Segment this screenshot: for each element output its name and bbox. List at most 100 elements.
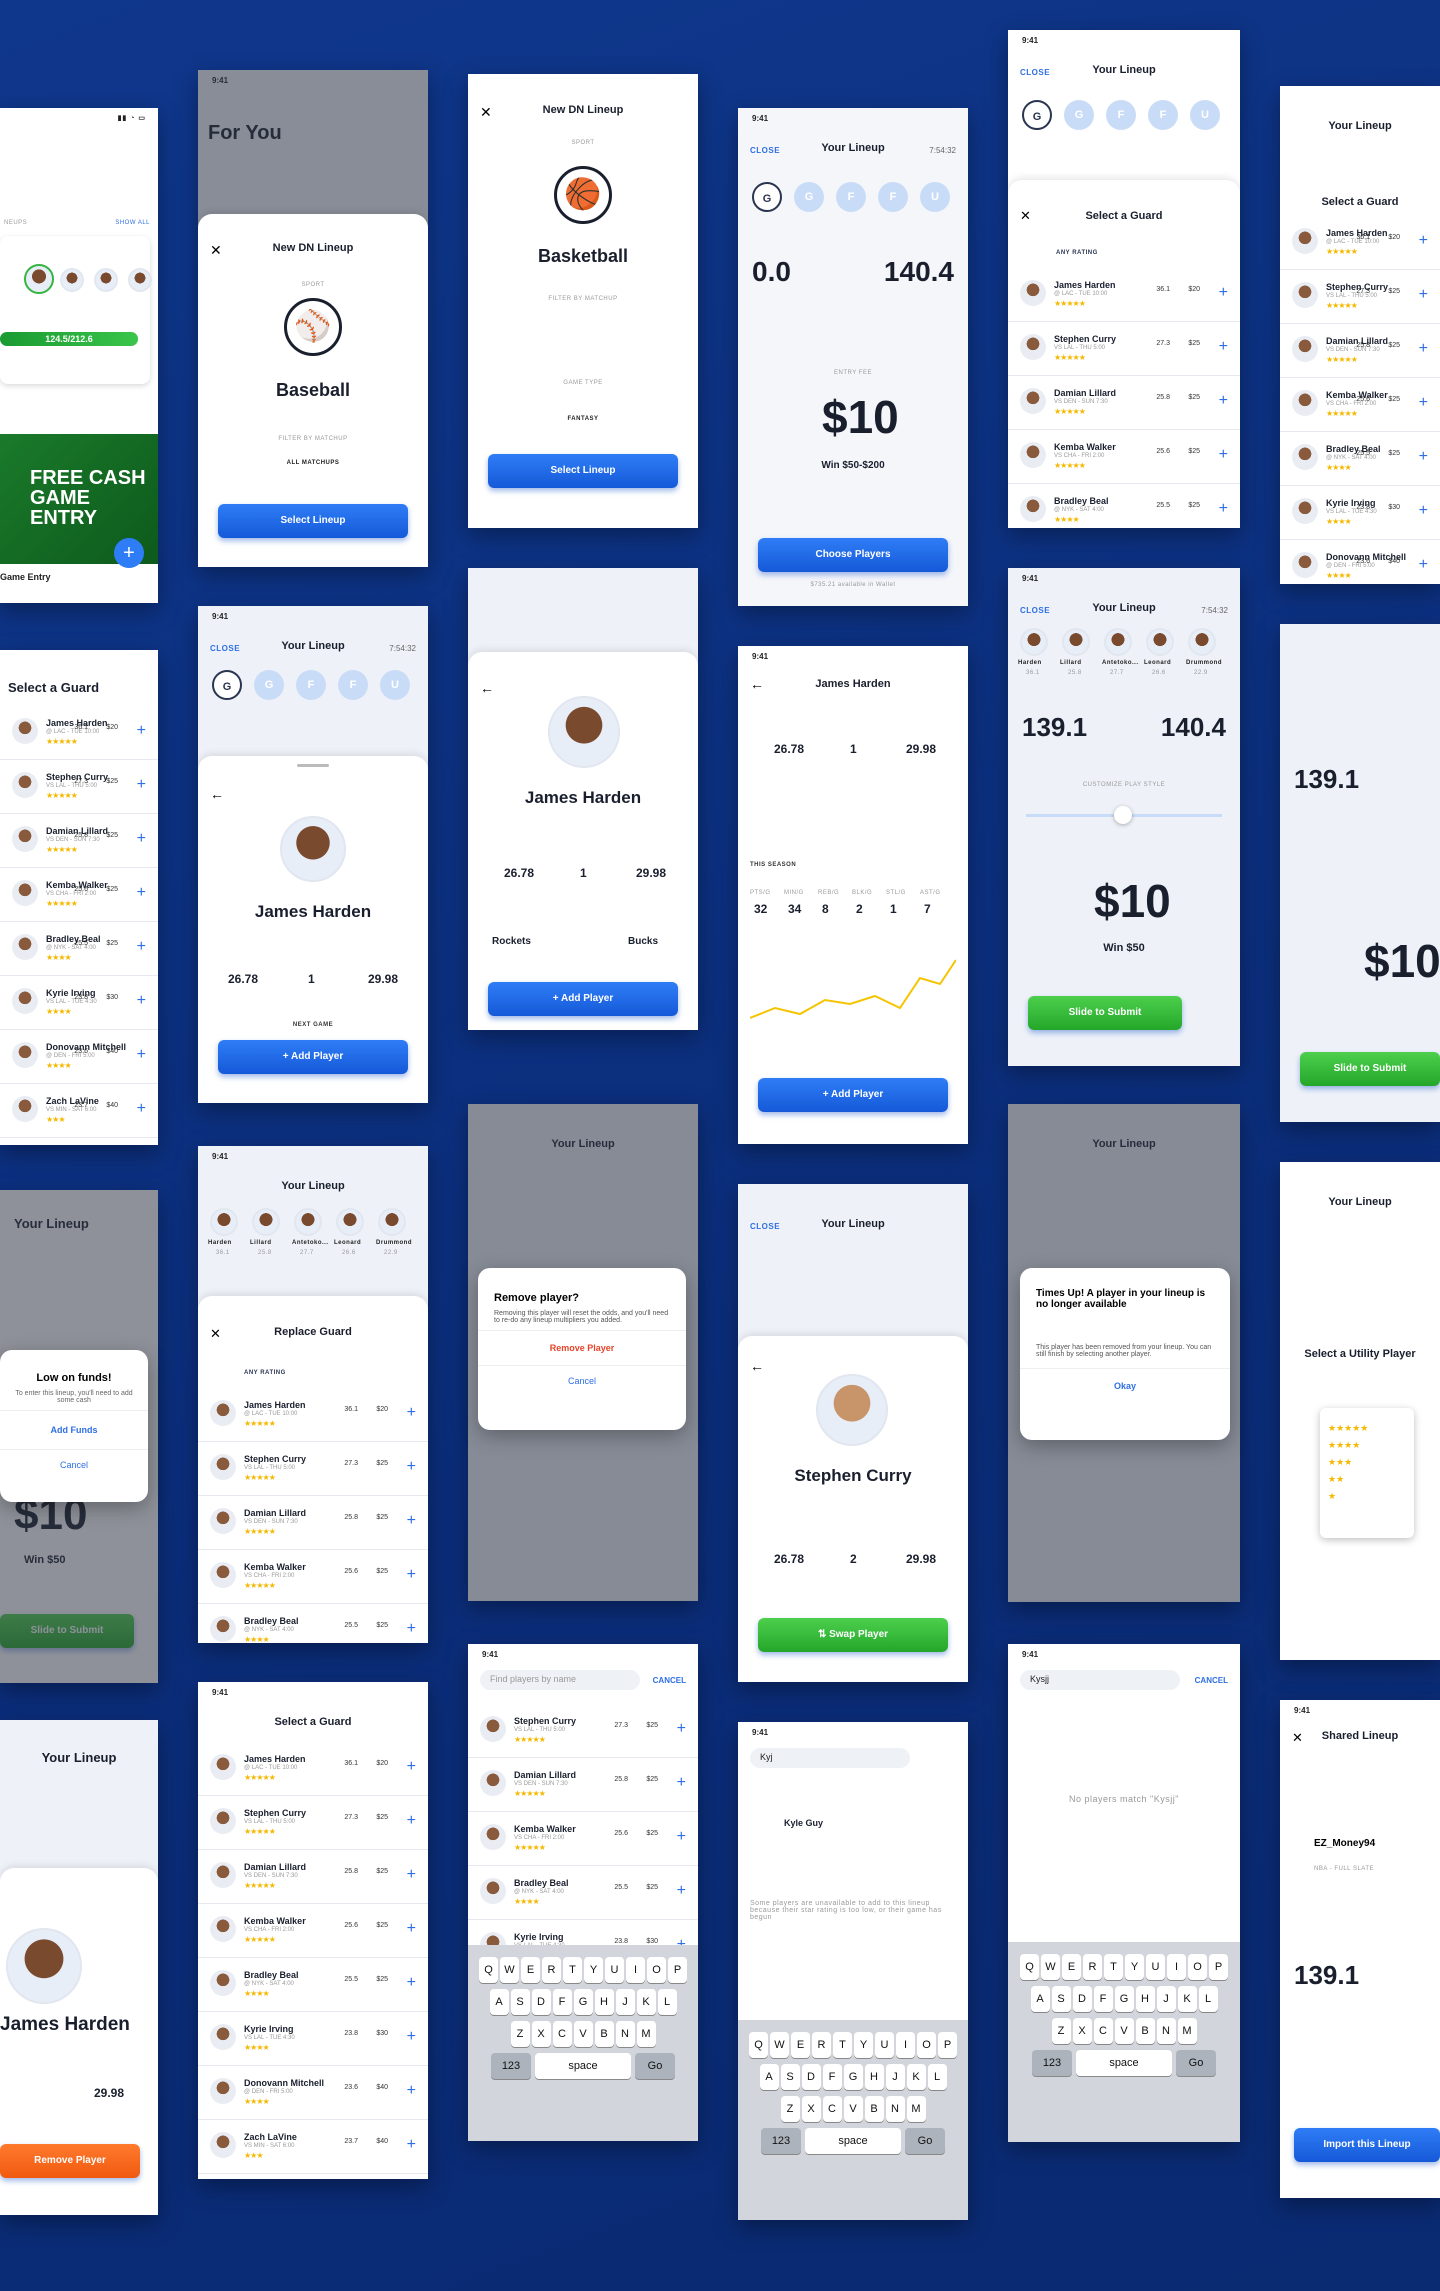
position-chip[interactable]: F [878,182,908,212]
player-avatar[interactable] [1146,628,1174,656]
list-item[interactable]: Kemba Walker VS CHA - FRI 2:00 ★★★★★ 25.6 $2… [1008,430,1240,484]
key[interactable]: T [563,1957,582,1983]
cancel-button[interactable]: Cancel [478,1365,686,1396]
key[interactable]: Z [510,2021,530,2047]
key[interactable]: R [812,2032,831,2058]
add-icon[interactable]: + [677,1882,686,1900]
add-player-button[interactable]: + Add Player [758,1078,948,1112]
key[interactable]: B [1135,2018,1155,2044]
key[interactable]: S [510,1989,530,2015]
list-item[interactable]: Damian Lillard VS DEN - SUN 7:30 ★★★★★ 25.8… [198,1850,428,1904]
key-space[interactable]: space [535,2053,631,2079]
add-icon[interactable]: + [407,2028,416,2046]
key[interactable]: N [885,2096,905,2122]
key[interactable]: P [938,2032,957,2058]
key[interactable]: L [657,1989,677,2015]
list-item[interactable]: Damian Lillard VS DEN - SUN 7:30 ★★★★★ 25.8… [1280,324,1440,378]
add-icon[interactable]: + [1219,284,1228,302]
list-item[interactable]: Donovann Mitchell @ DEN - FRI 5:00 ★★★★ 23.… [0,1030,158,1084]
key[interactable]: I [896,2032,915,2058]
add-icon[interactable]: + [407,1974,416,1992]
add-icon[interactable]: + [407,1566,416,1584]
key[interactable]: M [1177,2018,1197,2044]
key[interactable]: D [801,2064,821,2090]
add-icon[interactable]: + [137,1100,146,1118]
player-avatar[interactable] [378,1208,406,1236]
list-item[interactable]: Damian Lillard VS DEN - SUN 7:30 ★★★★★ 25.8… [1008,376,1240,430]
add-icon[interactable]: + [1419,340,1428,358]
list-item[interactable]: James Harden @ LAC - TUE 10:00 ★★★★★ 36.1 $2… [198,1388,428,1442]
key[interactable]: Z [780,2096,800,2122]
key[interactable]: P [668,1957,687,1983]
choose-players-button[interactable]: Choose Players [758,538,948,572]
key[interactable]: D [1072,1986,1092,2012]
position-chip[interactable]: F [1106,100,1136,130]
key[interactable]: I [1167,1954,1186,1980]
list-item[interactable]: Bradley Beal @ NYK - SAT 4:00 ★★★★ 25.5 $25 + [198,1958,428,2012]
add-icon[interactable]: + [677,1774,686,1792]
keyboard[interactable]: Q W E R T Y U I O P A S D F G H J K L Z X C V B N M 123 space Go [738,2020,968,2220]
play-style-slider[interactable] [1026,806,1222,824]
key-go[interactable]: Go [905,2128,945,2154]
back-icon[interactable]: ← [480,680,494,696]
add-icon[interactable]: + [137,1046,146,1064]
key[interactable]: A [489,1989,509,2015]
key[interactable]: F [822,2064,842,2090]
search-input[interactable]: Find players by name [480,1670,640,1690]
player-avatar[interactable] [1104,628,1132,656]
key[interactable]: H [864,2064,884,2090]
key[interactable]: K [636,1989,656,2015]
active-lineup-card[interactable]: 124.5/212.6 [0,236,152,384]
search-input[interactable]: Kyj [750,1748,910,1768]
key[interactable]: E [1062,1954,1081,1980]
list-item[interactable]: Stephen Curry VS LAL - THU 5:00 ★★★★★ 27.3 $… [198,1796,428,1850]
key-space[interactable]: space [805,2128,901,2154]
key[interactable]: Q [1020,1954,1039,1980]
key[interactable]: G [843,2064,863,2090]
list-item[interactable]: Stephen Curry VS LAL - THU 5:00 ★★★★★ 27.3 $… [198,1442,428,1496]
rating-option[interactable]: ★★★★★ [1328,1420,1406,1437]
key[interactable]: E [791,2032,810,2058]
key[interactable]: O [917,2032,936,2058]
key[interactable]: V [843,2096,863,2122]
add-icon[interactable]: + [407,2082,416,2100]
list-item[interactable]: Donovann Mitchell @ DEN - FRI 5:00 ★★★★ 23.… [1280,540,1440,584]
key[interactable]: Q [479,1957,498,1983]
key[interactable]: I [626,1957,645,1983]
key[interactable]: U [1146,1954,1165,1980]
key[interactable]: W [1041,1954,1060,1980]
add-icon[interactable]: + [407,1458,416,1476]
add-icon[interactable]: + [407,1920,416,1938]
position-chip[interactable]: F [836,182,866,212]
list-item[interactable]: Kyrie IrvingVS LAL - TUE 4:30★★★★23.8$30… [1280,486,1440,540]
list-item[interactable]: Damian Lillard VS DEN - SUN 7:30 ★★★★★ 25.8… [198,1496,428,1550]
position-chip[interactable]: G [752,182,782,212]
rating-option[interactable]: ★ [1328,1488,1406,1505]
key[interactable]: M [636,2021,656,2047]
player-avatar[interactable] [1062,628,1090,656]
key[interactable]: F [1093,1986,1113,2012]
key[interactable]: K [906,2064,926,2090]
add-icon[interactable]: + [407,1404,416,1422]
add-icon[interactable]: + [1219,392,1228,410]
key[interactable]: M [906,2096,926,2122]
list-item[interactable]: Bradley Beal @ NYK - SAT 4:00 ★★★★ 25.5 $25 + [198,1604,428,1643]
key[interactable]: W [770,2032,789,2058]
add-icon[interactable]: + [407,1512,416,1530]
back-icon[interactable]: ← [750,1358,764,1374]
slide-to-submit[interactable]: Slide to Submit [1300,1052,1440,1086]
key[interactable]: S [780,2064,800,2090]
add-icon[interactable]: + [1219,446,1228,464]
key[interactable]: X [1072,2018,1092,2044]
player-avatar[interactable] [252,1208,280,1236]
key[interactable]: V [573,2021,593,2047]
add-icon[interactable]: + [1219,338,1228,356]
add-icon[interactable]: + [1419,502,1428,520]
back-icon[interactable]: ← [210,786,224,802]
list-item[interactable]: Kemba Walker VS CHA - FRI 2:00 ★★★★★ 25.6 $2… [1280,378,1440,432]
add-icon[interactable]: + [407,1866,416,1884]
key[interactable]: B [864,2096,884,2122]
add-player-button[interactable]: + Add Player [218,1040,408,1074]
key[interactable]: T [1104,1954,1123,1980]
position-chip[interactable]: G [1022,100,1052,130]
